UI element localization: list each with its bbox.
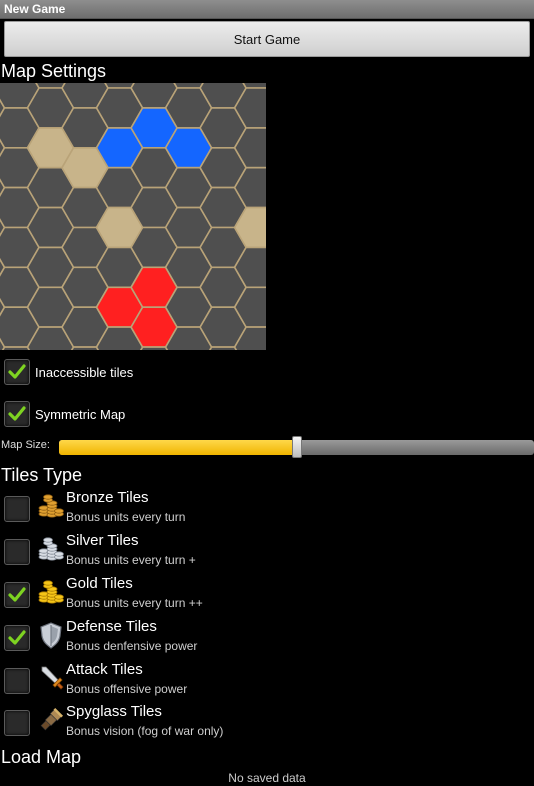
gold-tiles-description: Bonus units every turn ++: [66, 596, 203, 610]
inaccessible-tiles-option[interactable]: Inaccessible tiles: [4, 358, 133, 386]
bronze-tiles-description: Bonus units every turn: [66, 510, 186, 524]
defense-tiles-checkbox[interactable]: [4, 625, 30, 651]
checkmark-icon: [8, 406, 26, 421]
gold-coins-icon: [38, 580, 64, 604]
spyglass-icon: [40, 707, 64, 731]
inaccessible-tiles-label: Inaccessible tiles: [35, 364, 134, 380]
sword-icon: [41, 666, 64, 690]
silver-tiles-description: Bonus units every turn +: [66, 553, 196, 567]
checkmark-icon: [8, 587, 26, 602]
start-game-button[interactable]: Start Game: [4, 21, 530, 57]
map-size-slider-fill: [59, 440, 297, 455]
shield-icon: [40, 622, 62, 649]
attack-tiles-checkbox[interactable]: [4, 668, 30, 694]
checkmark-icon: [8, 630, 26, 645]
symmetric-map-label: Symmetric Map: [35, 406, 126, 422]
load-map-heading: Load Map: [1, 747, 82, 767]
checkmark-icon: [8, 364, 26, 379]
attack-tiles-name: Attack Tiles: [66, 661, 143, 678]
silver-tiles-name: Silver Tiles: [66, 532, 139, 549]
hex-map-canvas: [0, 83, 266, 350]
attack-tiles-description: Bonus offensive power: [66, 682, 188, 696]
map-size-slider-thumb[interactable]: [291, 436, 302, 458]
defense-tiles-description: Bonus denfensive power: [66, 639, 198, 653]
symmetric-map-checkbox[interactable]: [4, 401, 30, 427]
bronze-tiles-checkbox[interactable]: [4, 496, 30, 522]
no-saved-data-text: No saved data: [228, 771, 306, 785]
spyglass-tiles-name: Spyglass Tiles: [66, 703, 162, 720]
inaccessible-tiles-checkbox[interactable]: [4, 359, 30, 385]
map-size-slider[interactable]: [59, 436, 534, 458]
map-preview[interactable]: [0, 83, 266, 350]
silver-coins-icon: [38, 537, 64, 561]
spyglass-tiles-checkbox[interactable]: [4, 710, 30, 736]
map-settings-heading: Map Settings: [1, 61, 107, 81]
window-title: New Game: [4, 2, 66, 16]
defense-tiles-name: Defense Tiles: [66, 618, 157, 635]
spyglass-tiles-description: Bonus vision (fog of war only): [66, 724, 224, 738]
gold-tiles-name: Gold Tiles: [66, 575, 133, 592]
silver-tiles-checkbox[interactable]: [4, 539, 30, 565]
bronze-coins-icon: [38, 494, 64, 518]
symmetric-map-option[interactable]: Symmetric Map: [4, 400, 125, 428]
title-bar: New Game: [0, 0, 534, 19]
tiles-type-heading: Tiles Type: [1, 465, 83, 485]
bronze-tiles-name: Bronze Tiles: [66, 489, 149, 506]
gold-tiles-checkbox[interactable]: [4, 582, 30, 608]
map-size-label: Map Size:: [1, 439, 50, 451]
